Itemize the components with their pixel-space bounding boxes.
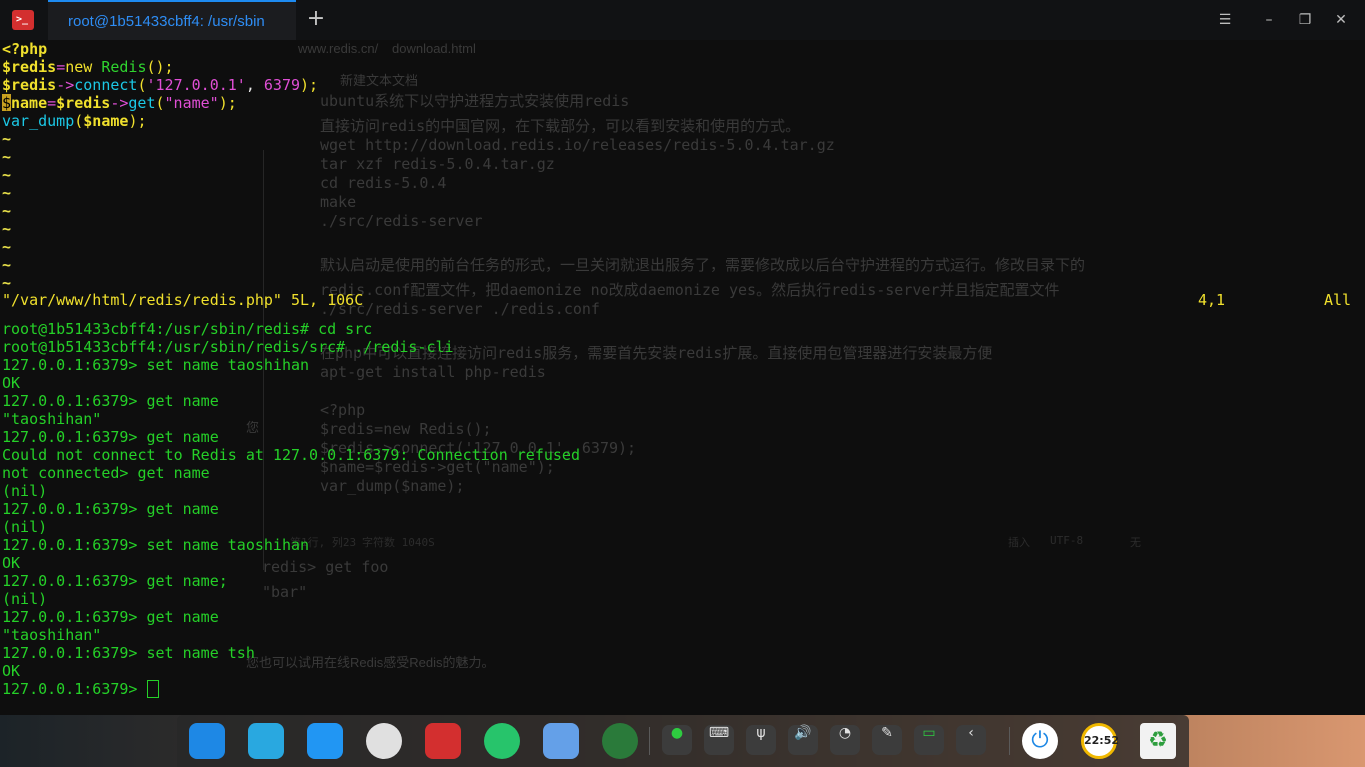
code-token: Redis — [92, 58, 147, 76]
code-token: -> — [56, 76, 75, 94]
keyboard-icon[interactable]: ⌨ — [704, 725, 734, 755]
vim-empty-line: ~ — [2, 184, 12, 202]
shell-line: OK — [2, 374, 21, 392]
vim-code-line: var_dump($name); — [2, 112, 147, 130]
shell-line: Could not connect to Redis at 127.0.0.1:… — [2, 446, 580, 464]
menu-icon[interactable]: ☰ — [1216, 11, 1234, 29]
battery-icon[interactable]: ▭ — [914, 725, 944, 755]
vim-code-line: <?php — [2, 40, 47, 58]
code-token: ); — [218, 94, 237, 112]
volume-icon[interactable]: 🔊 — [788, 725, 818, 755]
vim-cursor: $ — [2, 94, 12, 112]
code-token: $redis — [2, 76, 57, 94]
code-token: $redis — [56, 94, 111, 112]
vim-empty-line: ~ — [2, 130, 12, 148]
shell-line: 127.0.0.1:6379> get name — [2, 608, 219, 626]
vim-code-line: $redis=new Redis(); — [2, 58, 174, 76]
code-token: $name — [83, 112, 129, 130]
shell-line: 127.0.0.1:6379> get name; — [2, 572, 228, 590]
vim-empty-line: ~ — [2, 148, 12, 166]
vim-status-position: 4,1 — [1198, 291, 1226, 309]
shell-line: (nil) — [2, 482, 48, 500]
shell-line: not connected> get name — [2, 464, 210, 482]
vim-empty-line: ~ — [2, 220, 12, 238]
vim-empty-line: ~ — [2, 256, 12, 274]
code-token: connect — [74, 76, 138, 94]
code-token: ( — [74, 112, 84, 130]
browser-icon[interactable] — [484, 723, 520, 759]
shell-line: 127.0.0.1:6379> get name — [2, 392, 219, 410]
code-token: <?php — [2, 40, 48, 58]
shell-line: root@1b51433cbff4:/usr/sbin/redis# cd sr… — [2, 320, 373, 338]
settings-icon[interactable] — [366, 723, 402, 759]
collapse-arrow-icon[interactable]: ‹ — [956, 725, 986, 755]
shell-line: root@1b51433cbff4:/usr/sbin/redis/src# .… — [2, 338, 454, 356]
code-token: -> — [110, 94, 129, 112]
usb-icon[interactable]: ψ — [746, 725, 776, 755]
terminal-app-icon: >_ — [12, 10, 34, 30]
shell-line: (nil) — [2, 518, 48, 536]
shell-prompt-line[interactable]: 127.0.0.1:6379> — [2, 680, 159, 698]
terminal-icon[interactable] — [425, 723, 461, 759]
clock-icon[interactable]: 22:52 — [1081, 723, 1119, 759]
dock-separator — [649, 727, 650, 755]
code-token: '127.0.0.1' — [146, 76, 246, 94]
restore-icon[interactable]: ❐ — [1296, 11, 1314, 29]
power-icon[interactable]: ⏻ — [1022, 723, 1058, 759]
code-token: get — [128, 94, 156, 112]
shell-line: 127.0.0.1:6379> get name — [2, 500, 219, 518]
screen-record-icon[interactable]: ● — [662, 725, 692, 755]
vim-status-scroll: All — [1324, 291, 1352, 309]
dock: ● ⌨ ψ 🔊 ◔ ✎ ▭ ‹ ⏻ 22:52 ♻ — [177, 715, 1189, 767]
vim-empty-line: ~ — [2, 166, 12, 184]
shell-line: 127.0.0.1:6379> get name — [2, 428, 219, 446]
terminal-cursor — [146, 680, 159, 698]
code-token: ( — [155, 94, 165, 112]
file-manager-icon[interactable] — [248, 723, 284, 759]
code-token: 6379 — [263, 76, 301, 94]
video-player-icon[interactable] — [307, 723, 343, 759]
tab-title: root@1b51433cbff4: /usr/sbin — [68, 13, 265, 30]
terminal-area[interactable]: <?php $redis=new Redis(); $redis->connect(… — [0, 40, 1365, 715]
shell-line: 127.0.0.1:6379> set name taoshihan — [2, 536, 310, 554]
camera-icon[interactable] — [602, 723, 638, 759]
minimize-icon[interactable]: – — [1260, 11, 1278, 29]
shell-line: 127.0.0.1:6379> set name taoshihan — [2, 356, 310, 374]
code-token: name — [11, 94, 48, 112]
vim-empty-line: ~ — [2, 274, 12, 292]
vim-empty-line: ~ — [2, 202, 12, 220]
code-token: var_dump — [2, 112, 75, 130]
code-token: ( — [137, 76, 147, 94]
shell-line: 127.0.0.1:6379> set name tsh — [2, 644, 255, 662]
code-token: = — [56, 58, 66, 76]
code-token: (); — [146, 58, 174, 76]
tab-terminal[interactable]: root@1b51433cbff4: /usr/sbin — [48, 0, 296, 40]
code-token: ); — [300, 76, 319, 94]
vim-code-line: $redis->connect('127.0.0.1', 6379); — [2, 76, 318, 94]
new-tab-button[interactable]: + — [303, 6, 329, 32]
code-token: ); — [128, 112, 147, 130]
dock-separator — [1009, 727, 1010, 755]
shell-line: OK — [2, 662, 21, 680]
close-icon[interactable]: ✕ — [1332, 11, 1350, 29]
wifi-icon[interactable]: ◔ — [830, 725, 860, 755]
title-bar: >_ root@1b51433cbff4: /usr/sbin + ☰ – ❐ … — [0, 0, 1365, 40]
launcher-icon[interactable] — [189, 723, 225, 759]
shell-line: (nil) — [2, 590, 48, 608]
code-token: , — [245, 76, 264, 94]
vim-empty-line: ~ — [2, 238, 12, 256]
shell-line: "taoshihan" — [2, 626, 102, 644]
shell-prompt: 127.0.0.1:6379> — [2, 680, 147, 698]
notes-icon[interactable] — [543, 723, 579, 759]
vim-code-line: $name=$redis->get("name"); — [2, 94, 237, 112]
code-token: new — [65, 58, 93, 76]
shell-line: "taoshihan" — [2, 410, 102, 428]
trash-icon[interactable]: ♻ — [1140, 723, 1176, 759]
code-token: = — [47, 94, 57, 112]
pen-icon[interactable]: ✎ — [872, 725, 902, 755]
vim-status-file: "/var/www/html/redis/redis.php" 5L, 106C — [2, 291, 364, 309]
code-token: $redis — [2, 58, 57, 76]
code-token: "name" — [164, 94, 219, 112]
shell-line: OK — [2, 554, 21, 572]
